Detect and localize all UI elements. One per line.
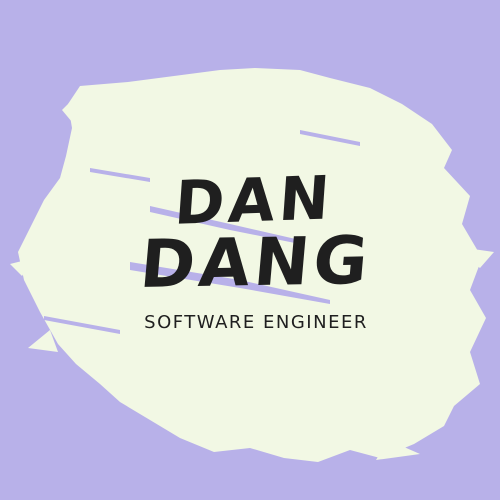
- name-second-line: DANG: [137, 221, 376, 304]
- logo-canvas: DAN DANG SOFTWARE ENGINEER: [0, 0, 500, 500]
- job-title: SOFTWARE ENGINEER: [144, 312, 368, 333]
